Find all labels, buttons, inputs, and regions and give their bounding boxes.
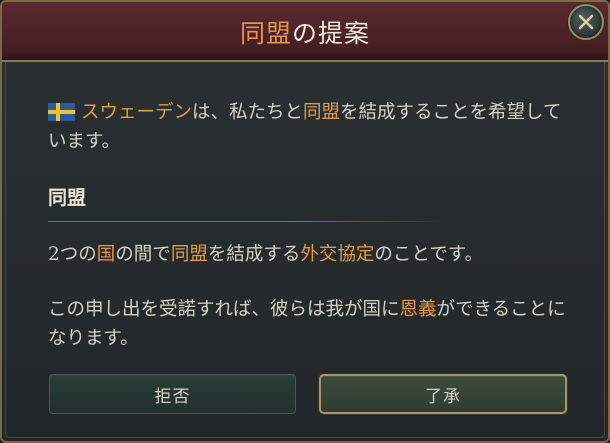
diplomatic-agreement-link[interactable]: 外交協定: [300, 244, 374, 265]
dialog-title: 同盟の提案: [2, 14, 608, 50]
consequence-before: この申し出を受諾すれば、彼らは我が国に: [48, 299, 400, 320]
proposal-message: スウェーデンは、私たちと同盟を結成することを希望しています。: [48, 98, 572, 156]
reject-button[interactable]: 拒否: [49, 374, 296, 414]
sweden-flag-icon: [48, 103, 75, 121]
alliance-term-link[interactable]: 同盟: [171, 244, 208, 265]
definition-between: の間で: [115, 244, 171, 265]
title-accent: 同盟: [239, 19, 292, 48]
alliance-proposal-dialog: 同盟の提案 スウェーデンは、私たちと同盟を結成することを希望しています。 同盟 …: [0, 0, 610, 443]
title-rest: の提案: [292, 19, 371, 48]
accept-button[interactable]: 了承: [319, 374, 567, 414]
close-button[interactable]: [568, 4, 604, 40]
consequence-text: この申し出を受諾すれば、彼らは我が国に恩義ができることになります。: [48, 295, 572, 353]
alliance-definition: 2つの国の間で同盟を結成する外交協定のことです。: [48, 240, 572, 269]
definition-middle: を結成する: [207, 244, 301, 265]
country-link[interactable]: 国: [97, 244, 116, 265]
section-title: 同盟: [48, 187, 87, 209]
country-name[interactable]: スウェーデン: [81, 102, 192, 123]
definition-end: のことです。: [374, 244, 483, 265]
message-text-before: は、私たちと: [192, 102, 304, 123]
favor-link[interactable]: 恩義: [400, 299, 437, 320]
dialog-header: 同盟の提案: [2, 2, 608, 62]
reject-button-label: 拒否: [154, 386, 191, 407]
definition-number: 2つの: [48, 244, 97, 265]
section-divider: [48, 221, 448, 222]
alliance-link[interactable]: 同盟: [303, 102, 340, 123]
accept-button-label: 了承: [425, 386, 461, 407]
close-icon: [578, 14, 594, 30]
